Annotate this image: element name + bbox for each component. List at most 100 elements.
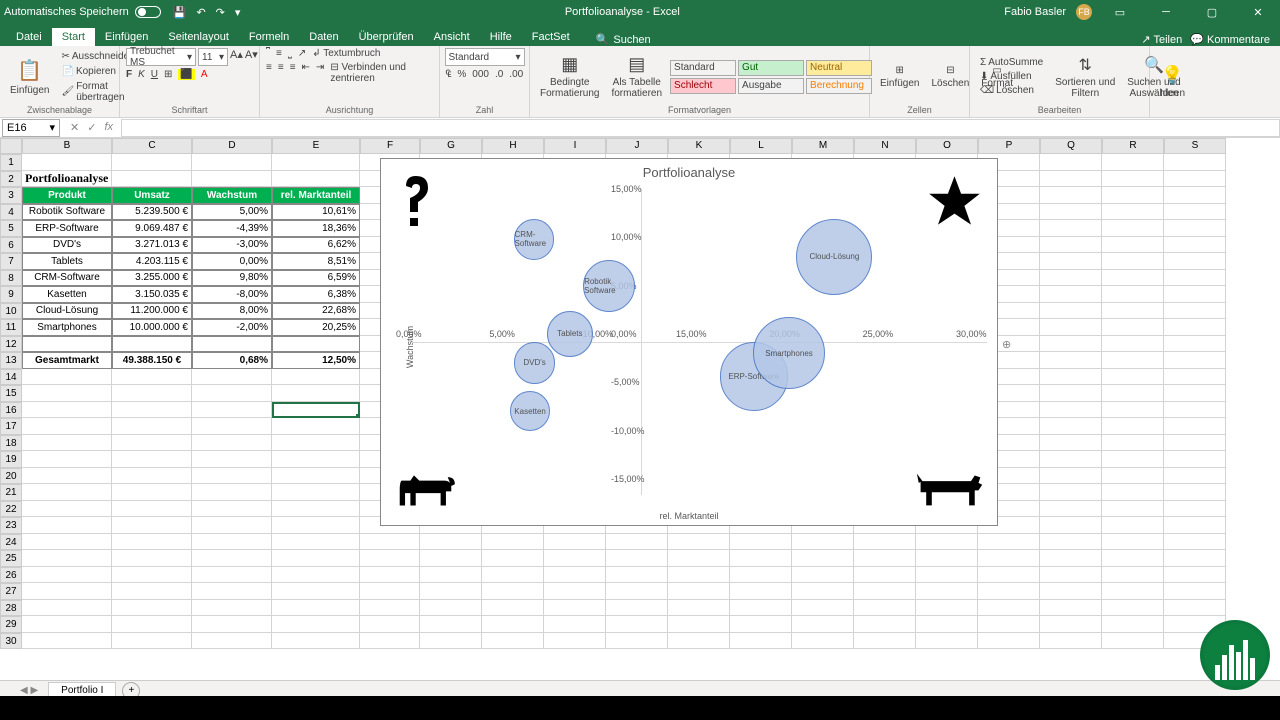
save-icon[interactable]: 💾 (173, 6, 187, 19)
cell[interactable] (1102, 616, 1164, 633)
orientation-icon[interactable]: ↗ (298, 48, 306, 59)
cell[interactable] (854, 550, 916, 567)
cell[interactable] (192, 583, 272, 600)
row-header[interactable]: 23 (0, 517, 22, 534)
cell[interactable] (192, 336, 272, 353)
cell[interactable] (606, 567, 668, 584)
cell[interactable] (360, 567, 420, 584)
cell[interactable] (1164, 352, 1226, 369)
cell[interactable] (1102, 187, 1164, 204)
cell[interactable] (192, 418, 272, 435)
cell[interactable] (112, 402, 192, 419)
cell[interactable] (792, 600, 854, 617)
cell[interactable] (112, 171, 192, 188)
cell[interactable] (792, 583, 854, 600)
col-header[interactable]: H (482, 138, 544, 154)
cell[interactable]: 10.000.000 € (112, 319, 192, 336)
cell[interactable]: Smartphones (22, 319, 112, 336)
cell[interactable] (192, 600, 272, 617)
cell[interactable]: 6,62% (272, 237, 360, 254)
cell[interactable] (272, 418, 360, 435)
cell[interactable] (1102, 600, 1164, 617)
cell[interactable]: Portfolioanalyse (22, 171, 112, 188)
cell[interactable]: Cloud-Lösung (22, 303, 112, 320)
cell[interactable] (1040, 633, 1102, 650)
cell[interactable]: 5.239.500 € (112, 204, 192, 221)
cell[interactable] (1040, 385, 1102, 402)
col-header[interactable]: O (916, 138, 978, 154)
col-header[interactable]: B (22, 138, 112, 154)
style-neutral[interactable]: Neutral (806, 60, 872, 76)
bubble-smartphones[interactable]: Smartphones (753, 317, 825, 389)
cell[interactable] (606, 600, 668, 617)
cell[interactable] (1040, 583, 1102, 600)
cell[interactable] (1102, 550, 1164, 567)
cell[interactable] (916, 600, 978, 617)
col-header[interactable]: M (792, 138, 854, 154)
fx-icon[interactable]: fx (104, 121, 113, 134)
col-header[interactable]: Q (1040, 138, 1102, 154)
merge-button[interactable]: ⊟ Verbinden und zentrieren (330, 62, 433, 84)
close-icon[interactable]: ✕ (1240, 6, 1276, 19)
cell[interactable] (1040, 517, 1102, 534)
col-header[interactable]: G (420, 138, 482, 154)
comma-icon[interactable]: 000 (472, 69, 489, 80)
cell[interactable]: rel. Marktanteil (272, 187, 360, 204)
cell[interactable] (192, 468, 272, 485)
cell[interactable] (668, 583, 730, 600)
cell[interactable] (482, 633, 544, 650)
cell[interactable] (22, 385, 112, 402)
cell[interactable] (1164, 336, 1226, 353)
indent-inc-icon[interactable]: ⇥ (316, 62, 324, 84)
cell[interactable] (272, 369, 360, 386)
row-header[interactable]: 7 (0, 253, 22, 270)
col-header[interactable]: N (854, 138, 916, 154)
row-header[interactable]: 13 (0, 352, 22, 369)
cell[interactable]: 9.069.487 € (112, 220, 192, 237)
cell[interactable] (420, 534, 482, 551)
cell[interactable]: -8,00% (192, 286, 272, 303)
style-berechnung[interactable]: Berechnung (806, 78, 872, 94)
col-header[interactable]: L (730, 138, 792, 154)
cell[interactable] (272, 501, 360, 518)
cell[interactable] (272, 451, 360, 468)
cell[interactable] (1102, 204, 1164, 221)
cell[interactable] (272, 583, 360, 600)
cell[interactable] (1102, 253, 1164, 270)
cell[interactable] (1102, 336, 1164, 353)
col-header[interactable]: R (1102, 138, 1164, 154)
style-standard[interactable]: Standard (670, 60, 736, 76)
cell[interactable] (112, 534, 192, 551)
cell[interactable] (1102, 583, 1164, 600)
cell[interactable] (420, 600, 482, 617)
chart-object[interactable]: Portfolioanalyse Wachstum rel. Marktante… (380, 158, 998, 526)
cell[interactable] (420, 616, 482, 633)
cell[interactable] (22, 517, 112, 534)
cell[interactable] (192, 154, 272, 171)
row-header[interactable]: 8 (0, 270, 22, 287)
cell[interactable] (544, 633, 606, 650)
cell[interactable] (482, 567, 544, 584)
cell[interactable] (606, 616, 668, 633)
cell[interactable]: 0,00% (192, 253, 272, 270)
cell[interactable]: -2,00% (192, 319, 272, 336)
cell[interactable] (1040, 567, 1102, 584)
cell[interactable] (1102, 385, 1164, 402)
cell[interactable] (1102, 237, 1164, 254)
cell[interactable] (360, 550, 420, 567)
cell[interactable]: 12,50% (272, 352, 360, 369)
row-header[interactable]: 3 (0, 187, 22, 204)
row-header[interactable]: 1 (0, 154, 22, 171)
cell[interactable] (22, 336, 112, 353)
cell[interactable]: 49.388.150 € (112, 352, 192, 369)
cell[interactable] (978, 616, 1040, 633)
cell[interactable]: Wachstum (192, 187, 272, 204)
cell[interactable] (1102, 484, 1164, 501)
cell[interactable] (978, 633, 1040, 650)
tab-start[interactable]: Start (52, 28, 95, 46)
row-header[interactable]: 28 (0, 600, 22, 617)
cell[interactable] (978, 550, 1040, 567)
cell[interactable] (730, 583, 792, 600)
cell[interactable] (792, 633, 854, 650)
cell[interactable]: 3.150.035 € (112, 286, 192, 303)
